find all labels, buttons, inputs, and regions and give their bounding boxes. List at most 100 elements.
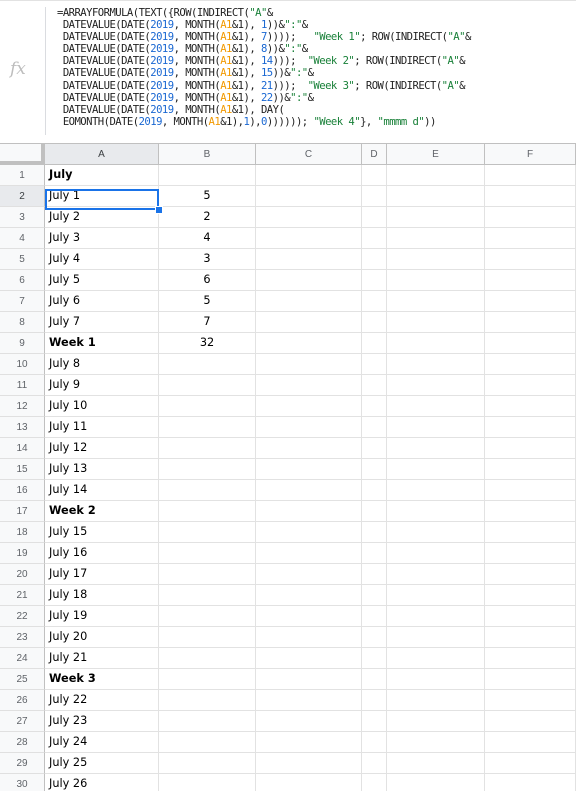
cell-f19[interactable] (485, 543, 576, 564)
cell-a6[interactable]: July 5 (45, 270, 159, 291)
cell-d16[interactable] (362, 480, 387, 501)
cell-b13[interactable] (159, 417, 256, 438)
row-header[interactable]: 7 (0, 291, 45, 312)
cell-a10[interactable]: July 8 (45, 354, 159, 375)
cell-b8[interactable]: 7 (159, 312, 256, 333)
cell-b21[interactable] (159, 585, 256, 606)
cell-b18[interactable] (159, 522, 256, 543)
cell-d18[interactable] (362, 522, 387, 543)
cell-b9[interactable]: 32 (159, 333, 256, 354)
cell-c8[interactable] (256, 312, 362, 333)
cell-d11[interactable] (362, 375, 387, 396)
cell-e6[interactable] (387, 270, 485, 291)
cell-e2[interactable] (387, 186, 485, 207)
cell-c5[interactable] (256, 249, 362, 270)
cell-a14[interactable]: July 12 (45, 438, 159, 459)
cell-a16[interactable]: July 14 (45, 480, 159, 501)
cell-d29[interactable] (362, 753, 387, 774)
cell-b27[interactable] (159, 711, 256, 732)
cell-b30[interactable] (159, 774, 256, 791)
cell-c30[interactable] (256, 774, 362, 791)
column-header-e[interactable]: E (387, 144, 485, 165)
row-header[interactable]: 2 (0, 186, 45, 207)
cell-e13[interactable] (387, 417, 485, 438)
cell-d8[interactable] (362, 312, 387, 333)
row-header[interactable]: 22 (0, 606, 45, 627)
cell-a20[interactable]: July 17 (45, 564, 159, 585)
row-header[interactable]: 28 (0, 732, 45, 753)
row-header[interactable]: 13 (0, 417, 45, 438)
cell-e20[interactable] (387, 564, 485, 585)
cell-e24[interactable] (387, 648, 485, 669)
cell-c19[interactable] (256, 543, 362, 564)
cell-c21[interactable] (256, 585, 362, 606)
cell-f28[interactable] (485, 732, 576, 753)
column-header-d[interactable]: D (362, 144, 387, 165)
cell-b25[interactable] (159, 669, 256, 690)
row-header[interactable]: 27 (0, 711, 45, 732)
cell-e8[interactable] (387, 312, 485, 333)
row-header[interactable]: 26 (0, 690, 45, 711)
row-header[interactable]: 14 (0, 438, 45, 459)
select-all-corner[interactable] (0, 144, 45, 165)
cell-c18[interactable] (256, 522, 362, 543)
cell-a19[interactable]: July 16 (45, 543, 159, 564)
cell-a17[interactable]: Week 2 (45, 501, 159, 522)
cell-a24[interactable]: July 21 (45, 648, 159, 669)
cell-a25[interactable]: Week 3 (45, 669, 159, 690)
cell-a28[interactable]: July 24 (45, 732, 159, 753)
cell-f11[interactable] (485, 375, 576, 396)
cell-a15[interactable]: July 13 (45, 459, 159, 480)
cell-c28[interactable] (256, 732, 362, 753)
column-header-a[interactable]: A (45, 144, 159, 165)
cell-c9[interactable] (256, 333, 362, 354)
cell-b3[interactable]: 2 (159, 207, 256, 228)
cell-f8[interactable] (485, 312, 576, 333)
cell-a7[interactable]: July 6 (45, 291, 159, 312)
cell-f20[interactable] (485, 564, 576, 585)
cell-c6[interactable] (256, 270, 362, 291)
cell-f22[interactable] (485, 606, 576, 627)
cell-a29[interactable]: July 25 (45, 753, 159, 774)
cell-e9[interactable] (387, 333, 485, 354)
cell-e21[interactable] (387, 585, 485, 606)
row-header[interactable]: 3 (0, 207, 45, 228)
cell-f25[interactable] (485, 669, 576, 690)
cell-f9[interactable] (485, 333, 576, 354)
cell-d13[interactable] (362, 417, 387, 438)
row-header[interactable]: 1 (0, 165, 45, 186)
cell-c25[interactable] (256, 669, 362, 690)
cell-e5[interactable] (387, 249, 485, 270)
cell-a22[interactable]: July 19 (45, 606, 159, 627)
cell-c15[interactable] (256, 459, 362, 480)
row-header[interactable]: 15 (0, 459, 45, 480)
cell-b16[interactable] (159, 480, 256, 501)
cell-f23[interactable] (485, 627, 576, 648)
cell-d19[interactable] (362, 543, 387, 564)
cell-f5[interactable] (485, 249, 576, 270)
cell-f2[interactable] (485, 186, 576, 207)
cell-a5[interactable]: July 4 (45, 249, 159, 270)
cell-b4[interactable]: 4 (159, 228, 256, 249)
cell-c13[interactable] (256, 417, 362, 438)
cell-e11[interactable] (387, 375, 485, 396)
row-header[interactable]: 17 (0, 501, 45, 522)
cell-f12[interactable] (485, 396, 576, 417)
cell-a2[interactable]: July 1 (45, 186, 159, 207)
cell-d2[interactable] (362, 186, 387, 207)
cell-b10[interactable] (159, 354, 256, 375)
cell-a12[interactable]: July 10 (45, 396, 159, 417)
column-header-b[interactable]: B (159, 144, 256, 165)
cell-f27[interactable] (485, 711, 576, 732)
cell-a26[interactable]: July 22 (45, 690, 159, 711)
cell-c29[interactable] (256, 753, 362, 774)
cell-d12[interactable] (362, 396, 387, 417)
cell-d14[interactable] (362, 438, 387, 459)
row-header[interactable]: 10 (0, 354, 45, 375)
cell-f16[interactable] (485, 480, 576, 501)
cell-f21[interactable] (485, 585, 576, 606)
cell-e23[interactable] (387, 627, 485, 648)
row-header[interactable]: 29 (0, 753, 45, 774)
cell-d30[interactable] (362, 774, 387, 791)
cell-c20[interactable] (256, 564, 362, 585)
